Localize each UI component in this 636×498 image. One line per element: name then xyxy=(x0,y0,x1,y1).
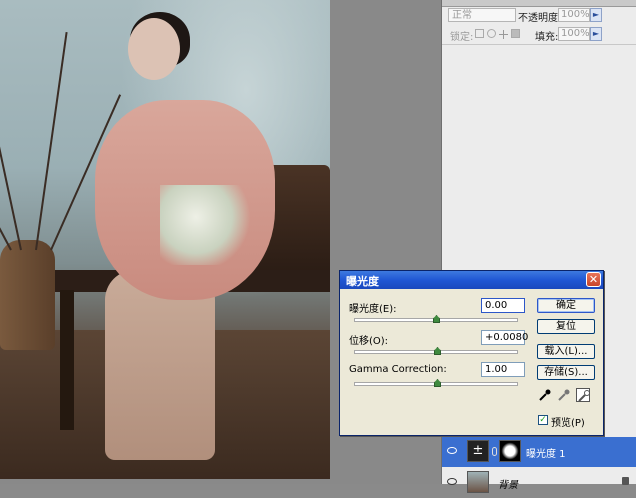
link-icon[interactable] xyxy=(492,447,497,456)
gamma-input[interactable]: 1.00 xyxy=(481,362,525,377)
close-button[interactable]: ✕ xyxy=(586,272,601,287)
save-button[interactable]: 存储(S)... xyxy=(537,365,595,380)
layer-row-background[interactable]: 背景 xyxy=(442,468,636,498)
blend-mode-select[interactable]: 正常 xyxy=(448,8,516,22)
fill-label: 填充: xyxy=(535,32,559,43)
opacity-arrow-icon[interactable]: ► xyxy=(590,8,602,22)
fill-input[interactable]: 100% xyxy=(558,27,590,41)
layer-name: 曝光度 1 xyxy=(526,449,566,460)
exposure-label: 曝光度(E): xyxy=(349,304,397,315)
gamma-label: Gamma Correction: xyxy=(349,364,447,375)
load-button[interactable]: 载入(L)... xyxy=(537,344,595,359)
dialog-title: 曝光度 xyxy=(346,275,379,288)
document-photo[interactable] xyxy=(0,0,330,479)
preview-label: 预览(P) xyxy=(551,418,585,429)
layer-row-exposure[interactable]: ± 曝光度 1 xyxy=(442,437,636,467)
fill-arrow-icon[interactable]: ► xyxy=(590,27,602,41)
exposure-slider-thumb[interactable] xyxy=(433,315,440,323)
offset-slider-thumb[interactable] xyxy=(434,347,441,355)
photo-vase xyxy=(0,240,55,350)
gamma-slider-thumb[interactable] xyxy=(434,379,441,387)
opacity-label: 不透明度: xyxy=(518,13,562,24)
exposure-dialog: 曝光度 ✕ 曝光度(E): 0.00 位移(O): +0.0080 Gamma … xyxy=(339,270,604,436)
panel-divider xyxy=(442,44,636,45)
white-eyedropper-icon[interactable] xyxy=(576,388,590,402)
lock-transparent-icon[interactable] xyxy=(475,29,484,38)
photo-face xyxy=(128,18,180,80)
lock-all-icon[interactable] xyxy=(511,29,520,38)
reset-button[interactable]: 复位 xyxy=(537,319,595,334)
lock-fill-row: 锁定: 填充: 100% ► xyxy=(442,25,636,45)
eye-icon[interactable] xyxy=(447,447,457,454)
blend-opacity-row: 正常 不透明度: 100% ► xyxy=(442,6,636,26)
photo-branch xyxy=(35,32,68,251)
black-eyedropper-icon[interactable] xyxy=(538,388,552,402)
exposure-input[interactable]: 0.00 xyxy=(481,298,525,313)
photo-branch xyxy=(0,63,22,251)
lock-brush-icon[interactable] xyxy=(487,29,496,38)
opacity-input[interactable]: 100% xyxy=(558,8,590,22)
lock-move-icon[interactable] xyxy=(499,29,508,39)
adjustment-layer-icon: ± xyxy=(467,440,489,462)
layer-thumbnail xyxy=(467,471,489,493)
ok-button[interactable]: 确定 xyxy=(537,298,595,313)
photo-bench-leg xyxy=(60,290,74,430)
layer-mask-thumbnail[interactable] xyxy=(499,440,521,462)
offset-label: 位移(O): xyxy=(349,336,389,347)
gray-eyedropper-icon[interactable] xyxy=(557,388,571,402)
preview-checkbox[interactable]: ✓ xyxy=(538,415,548,425)
dialog-titlebar[interactable]: 曝光度 ✕ xyxy=(340,271,603,289)
photo-flowers xyxy=(160,185,250,265)
lock-label: 锁定: xyxy=(450,32,474,43)
offset-input[interactable]: +0.0080 xyxy=(481,330,528,345)
